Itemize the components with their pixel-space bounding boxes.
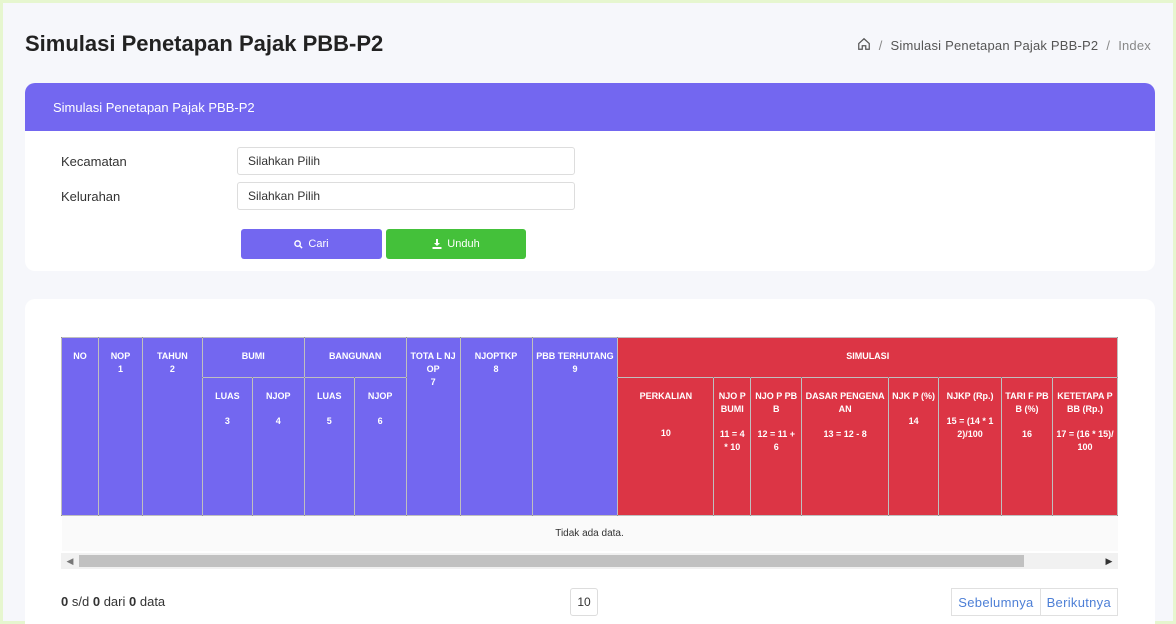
- col-njkp-pct: NJK P (%) 14: [888, 377, 940, 516]
- per-page-select[interactable]: 10: [570, 588, 598, 616]
- col-bangunan-luas: LUAS 5: [303, 377, 355, 516]
- unduh-button[interactable]: Unduh: [386, 229, 526, 259]
- col-ketetapan-pbb: KETETAPA PBB (Rp.) 17 = (16 * 15)/100: [1051, 377, 1118, 516]
- col-nop: NOP 1: [97, 337, 143, 516]
- col-simulasi: SIMULASI: [617, 337, 1118, 378]
- col-bumi-luas: LUAS 3: [201, 377, 253, 516]
- scroll-thumb[interactable]: [79, 555, 1024, 567]
- kecamatan-label: Kecamatan: [61, 153, 127, 169]
- col-no: NO: [61, 337, 99, 516]
- col-bangunan: BANGUNAN: [303, 337, 407, 378]
- col-perkalian: PERKALIAN 10: [617, 377, 715, 516]
- col-total-njop: TOTA L NJOP 7: [405, 337, 461, 516]
- kecamatan-row: Kecamatan Silahkan Pilih: [61, 147, 575, 175]
- scroll-right-icon[interactable]: ▶: [1100, 553, 1118, 569]
- cari-button[interactable]: Cari: [241, 229, 382, 259]
- col-njop-pbb: NJO P PBB 12 = 11 + 6: [750, 377, 803, 516]
- simulation-table: NO NOP 1 TAHUN 2 BUMI BANGUNAN TOTA L NJOP…: [61, 337, 1118, 551]
- kecamatan-select[interactable]: Silahkan Pilih: [237, 147, 575, 175]
- breadcrumb-separator: /: [878, 38, 883, 53]
- horizontal-scrollbar[interactable]: ◀ ▶: [61, 553, 1118, 569]
- filter-card-header: Simulasi Penetapan Pajak PBB-P2: [25, 83, 1155, 131]
- pagination: Sebelumnya Berikutnya: [951, 588, 1118, 616]
- col-bumi: BUMI: [201, 337, 305, 378]
- breadcrumb: / Simulasi Penetapan Pajak PBB-P2 / Inde…: [857, 37, 1151, 54]
- pagination-info: 0 s/d 0 dari 0 data: [61, 594, 166, 609]
- kelurahan-label: Kelurahan: [61, 188, 121, 204]
- table-container: NO NOP 1 TAHUN 2 BUMI BANGUNAN TOTA L NJOP…: [61, 337, 1118, 551]
- col-njkp-rp: NJKP (Rp.) 15 = (14 * 12)/100: [938, 377, 1002, 516]
- home-icon[interactable]: [857, 37, 871, 54]
- col-pbb-terhutang: PBB TERHUTANG 9: [531, 337, 619, 516]
- col-tarif-pbb: TARI F PBB (%) 16: [1001, 377, 1053, 516]
- next-button[interactable]: Berikutnya: [1040, 588, 1118, 616]
- col-bangunan-njop: NJOP 6: [353, 377, 407, 516]
- col-njop-bumi: NJO P BUMI 11 = 4 * 10: [713, 377, 752, 516]
- unduh-label: Unduh: [447, 238, 480, 250]
- col-njoptkp: NJOPTKP 8: [459, 337, 533, 516]
- breadcrumb-item[interactable]: Simulasi Penetapan Pajak PBB-P2: [891, 38, 1099, 53]
- kelurahan-row: Kelurahan Silahkan Pilih: [61, 182, 575, 210]
- scroll-left-icon[interactable]: ◀: [61, 553, 79, 569]
- filter-card: Simulasi Penetapan Pajak PBB-P2 Kecamata…: [25, 83, 1155, 271]
- col-bumi-njop: NJOP 4: [251, 377, 305, 516]
- search-icon: [294, 239, 304, 249]
- page-title: Simulasi Penetapan Pajak PBB-P2: [25, 31, 384, 56]
- cari-label: Cari: [308, 238, 329, 250]
- download-icon: [432, 239, 442, 249]
- results-card: NO NOP 1 TAHUN 2 BUMI BANGUNAN TOTA L NJOP…: [25, 299, 1155, 624]
- breadcrumb-current: Index: [1118, 38, 1151, 53]
- kelurahan-select[interactable]: Silahkan Pilih: [237, 182, 575, 210]
- col-tahun: TAHUN 2: [141, 337, 203, 516]
- empty-row: Tidak ada data.: [61, 515, 1118, 551]
- breadcrumb-separator: /: [1106, 38, 1111, 53]
- prev-button[interactable]: Sebelumnya: [951, 588, 1041, 616]
- col-dasar-pengenaan: DASAR PENGENAAN 13 = 12 - 8: [801, 377, 890, 516]
